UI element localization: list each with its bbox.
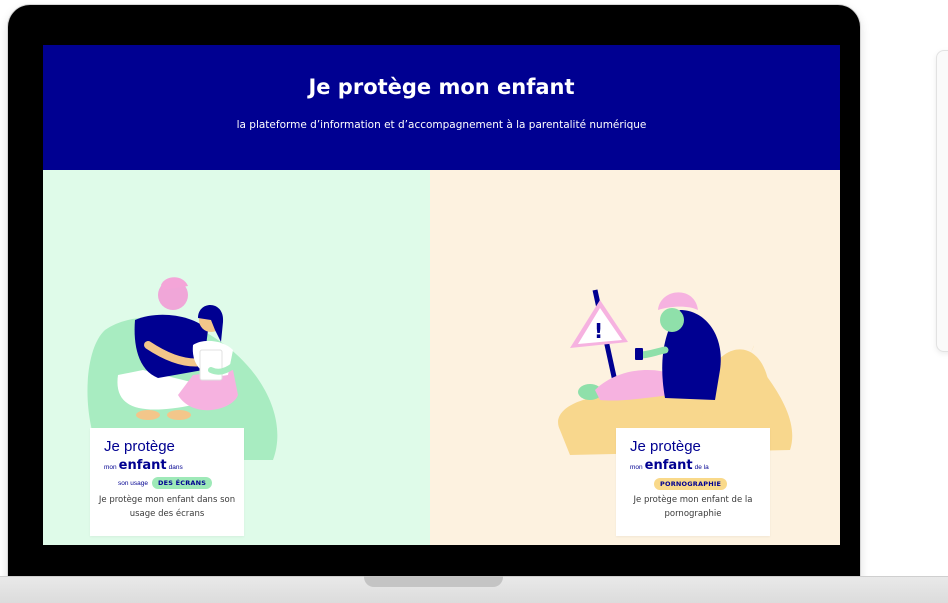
laptop-notch (364, 576, 503, 587)
logo-tag: PORNOGRAPHIE (654, 478, 728, 490)
site-title: Je protège mon enfant (308, 75, 575, 99)
card-caption: Je protège mon enfant dans son usage des… (98, 495, 236, 519)
logo-line3: son usage DES ÉCRANS (118, 470, 213, 489)
logo-prefix: mon (104, 464, 117, 471)
site-subtitle: la plateforme d’information et d’accompa… (236, 119, 647, 131)
laptop-screen: Je protège mon enfant la plateforme d’in… (43, 45, 840, 545)
screens-logo: Je protège mon enfant dans son usage DES ÉC… (104, 438, 240, 489)
logo-line3: PORNOGRAPHIE (650, 471, 728, 490)
logo-prefix: mon (630, 464, 643, 471)
logo-suffix: de la (694, 464, 709, 471)
pornography-card[interactable]: Je protège mon enfant de la PORNOGRAPHIE J… (616, 428, 770, 536)
svg-text:!: ! (594, 319, 603, 343)
screens-card[interactable]: Je protège mon enfant dans son usage DES ÉC… (90, 428, 244, 536)
logo-tag: DES ÉCRANS (152, 477, 213, 489)
screens-panel[interactable]: Je protège mon enfant dans son usage DES ÉC… (43, 170, 430, 545)
secondary-device (936, 50, 948, 352)
laptop-frame: Je protège mon enfant la plateforme d’in… (8, 5, 860, 580)
pornography-panel[interactable]: ! Je protège mon enfant de la PORNOGRAPH… (430, 170, 840, 545)
card-caption: Je protège mon enfant de la pornographie (633, 495, 753, 519)
logo-line3-text: son usage (118, 480, 148, 487)
pornography-logo: Je protège mon enfant de la PORNOGRAPHIE (630, 438, 766, 490)
logo-title: Je protège (630, 438, 701, 455)
logo-title: Je protège (104, 438, 175, 455)
site-header: Je protège mon enfant la plateforme d’in… (43, 45, 840, 170)
